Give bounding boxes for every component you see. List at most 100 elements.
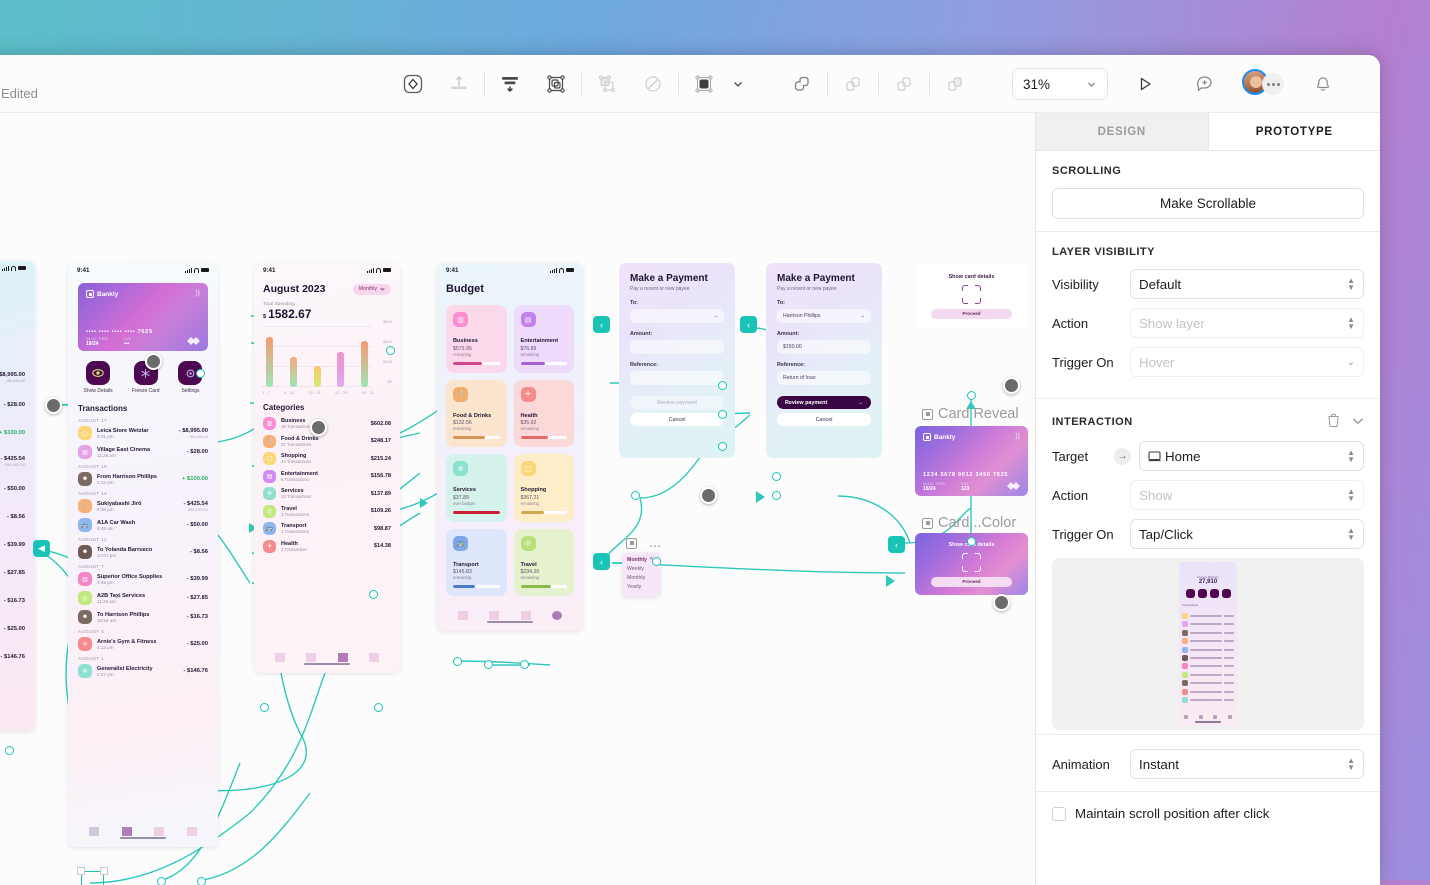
move-tool-icon[interactable] <box>390 63 436 105</box>
prototype-node[interactable] <box>718 442 727 451</box>
frame-card[interactable]: 9:41 Bankly )) •••• •••• •••• •••• 7625 … <box>68 263 218 847</box>
tab-spendings-icon[interactable] <box>154 827 164 836</box>
design-canvas[interactable]: ent Balance 910 Pay More <box>0 113 1035 885</box>
list-item[interactable]: ◎Travel3 Transactions$109.26 <box>263 505 391 518</box>
drag-handle[interactable] <box>700 487 717 504</box>
frame-card-white[interactable]: Show card details Proceed <box>915 265 1028 327</box>
frame-label-card-reveal[interactable]: Card Reveal <box>922 406 1019 422</box>
maintain-scroll-checkbox[interactable] <box>1052 807 1066 821</box>
budget-card[interactable]: ✛Health$35.62remaining <box>514 380 575 448</box>
frame-home-partial[interactable]: ent Balance 910 Pay More <box>0 261 35 731</box>
payment-field-input[interactable]: Return of loan <box>777 371 871 385</box>
cancel-button[interactable]: Cancel <box>630 413 724 426</box>
frame-overflow-dots[interactable]: ... <box>649 535 661 551</box>
prototype-node[interactable] <box>772 472 781 481</box>
chart-bar[interactable] <box>314 366 321 387</box>
tab-profile-icon[interactable] <box>369 653 379 662</box>
selector-trigger-on[interactable]: Tap/Click▲▼ <box>1130 519 1364 549</box>
prototype-node[interactable] <box>967 537 976 546</box>
swap-instance-icon[interactable] <box>932 63 978 105</box>
prototype-node[interactable] <box>5 746 14 755</box>
selector-trigger-on[interactable]: Hover⌄ <box>1130 347 1364 377</box>
distribute-tool-icon[interactable] <box>487 63 533 105</box>
prototype-node[interactable] <box>157 877 166 885</box>
selector-target[interactable]: Home▲▼ <box>1139 441 1364 471</box>
period-selector[interactable]: Monthly <box>353 284 391 295</box>
tab-card-icon[interactable] <box>489 611 499 620</box>
selection-handle[interactable] <box>77 867 85 875</box>
delete-interaction-icon[interactable] <box>1327 413 1340 430</box>
payment-field-input[interactable]: $150.00 <box>777 340 871 354</box>
back-nav-chip[interactable]: ◀ <box>33 540 50 557</box>
credit-card[interactable]: Bankly )) •••• •••• •••• •••• 7625 VALID… <box>78 283 208 351</box>
selection-handle[interactable] <box>100 867 108 875</box>
dropdown-option-monthly[interactable]: Monthly <box>627 575 655 581</box>
present-button[interactable] <box>1122 63 1168 105</box>
payment-field-input[interactable]: → <box>630 309 724 323</box>
tab-prototype[interactable]: PROTOTYPE <box>1209 113 1381 150</box>
proceed-button[interactable]: Proceed <box>931 577 1012 587</box>
chart-bar[interactable] <box>337 352 344 387</box>
budget-card[interactable]: ◎Travel$234.20remaining <box>514 529 575 597</box>
prototype-node[interactable] <box>718 381 727 390</box>
instance-icon[interactable] <box>881 63 927 105</box>
drag-handle[interactable] <box>45 397 62 414</box>
tab-profile-icon[interactable] <box>187 827 197 836</box>
frame-label-card-color[interactable]: Card...Color <box>922 515 1016 531</box>
animation-selector[interactable]: Instant ▲▼ <box>1130 749 1364 779</box>
list-item[interactable]: ▥Business18 Transactions$602.08 <box>263 417 391 430</box>
tab-spendings-icon[interactable] <box>338 653 348 662</box>
list-item[interactable]: ▤Entertainment6 Transactions$156.78 <box>263 470 391 483</box>
budget-card[interactable]: 🚌Transport$145.83remaining <box>446 529 507 597</box>
frame-tool-icon[interactable] <box>681 63 727 105</box>
tab-card-icon[interactable] <box>306 653 316 662</box>
prototype-node[interactable] <box>631 491 640 500</box>
prototype-node[interactable] <box>718 410 727 419</box>
payment-field-input[interactable]: Harrison Phillips→ <box>777 309 871 323</box>
collapse-interaction-icon[interactable] <box>1352 416 1364 428</box>
tab-home-icon[interactable] <box>458 611 468 620</box>
prototype-node[interactable] <box>369 590 378 599</box>
list-item[interactable]: 🚌Transport2 Transactions$98.87 <box>263 522 391 535</box>
prototype-node[interactable] <box>520 660 529 669</box>
back-nav-chip[interactable]: ‹ <box>593 316 610 333</box>
notifications-button[interactable] <box>1300 63 1346 105</box>
prototype-node[interactable] <box>374 703 383 712</box>
more-collaborators-icon[interactable] <box>1262 73 1284 95</box>
prototype-node[interactable] <box>652 557 661 566</box>
frame-spendings[interactable]: 9:41 August 2023 Monthly Total Spending … <box>254 263 400 673</box>
tab-home-icon[interactable] <box>89 827 99 836</box>
frame-card-reveal[interactable]: Bankly )) 1234 5678 9012 3456 7625 VALID… <box>915 426 1028 496</box>
review-payment-button[interactable]: Review payment → <box>777 396 871 409</box>
chart-bar[interactable] <box>361 341 368 387</box>
review-payment-button[interactable]: Review payment <box>630 396 724 409</box>
budget-card[interactable]: ▤Entertainment$76.89remaining <box>514 305 575 373</box>
selector-visibility[interactable]: Default▲▼ <box>1130 269 1364 299</box>
drag-handle[interactable] <box>1003 377 1020 394</box>
maintain-scroll-row[interactable]: Maintain scroll position after click <box>1036 792 1380 835</box>
chart-bar[interactable] <box>290 357 297 387</box>
prototype-node[interactable] <box>967 391 976 400</box>
tab-home-icon[interactable] <box>275 653 285 662</box>
payment-field-input[interactable] <box>630 340 724 354</box>
list-item[interactable]: ▢Shopping24 Transactions$215.24 <box>263 452 391 465</box>
budget-card[interactable]: 🍴Food & Drinks$132.56remaining <box>446 380 507 448</box>
payment-field-input[interactable] <box>630 371 724 385</box>
dropdown-option-yearly[interactable]: Yearly <box>627 584 655 590</box>
budget-card[interactable]: ▥Business$573.95remaining <box>446 305 507 373</box>
tab-card-icon[interactable] <box>122 827 132 836</box>
boolean-tool-icon[interactable] <box>584 63 630 105</box>
detach-component-icon[interactable] <box>830 63 876 105</box>
make-scrollable-button[interactable]: Make Scrollable <box>1052 188 1364 219</box>
group-selection-tool-icon[interactable] <box>533 63 579 105</box>
prototype-node[interactable] <box>484 660 493 669</box>
budget-card[interactable]: ✲Services$37.89over budget <box>446 454 507 522</box>
back-nav-chip[interactable]: ‹ <box>888 536 905 553</box>
dropdown-option-weekly[interactable]: Weekly <box>627 566 655 572</box>
list-item[interactable]: 🍴Food & Drinks37 Transactions$248.17 <box>263 435 391 448</box>
prototype-node[interactable] <box>386 346 395 355</box>
chart-bar[interactable] <box>266 337 273 387</box>
prototype-node[interactable] <box>453 657 462 666</box>
dropdown-selected[interactable]: Monthly ^ <box>627 557 655 563</box>
target-preview[interactable]: Current Balance 27,910 Transactions <box>1052 558 1364 730</box>
